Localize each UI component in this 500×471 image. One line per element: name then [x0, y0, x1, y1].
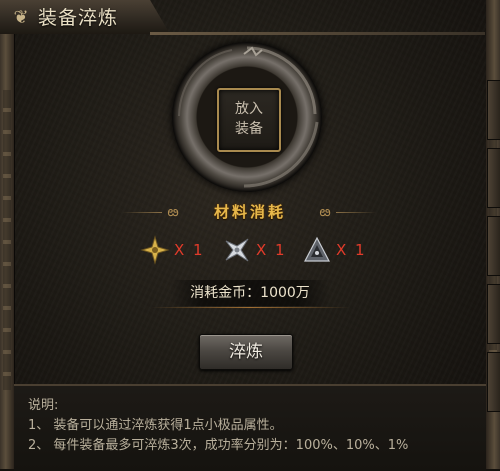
- material-item: X 1: [140, 235, 210, 265]
- gold-star-shuriken-icon[interactable]: [140, 235, 170, 265]
- window-title: 装备淬炼: [38, 7, 119, 29]
- slot-placeholder-line2: 装备: [235, 121, 263, 137]
- material-item: X 1: [302, 235, 372, 265]
- material-count: X 1: [174, 241, 205, 259]
- side-tab-2[interactable]: [487, 148, 500, 208]
- refine-button[interactable]: 淬炼: [199, 334, 293, 370]
- dark-triangle-shuriken-icon[interactable]: [302, 235, 332, 265]
- side-tab-4[interactable]: [487, 284, 500, 344]
- slot-placeholder-line1: 放入: [235, 101, 263, 117]
- material-count: X 1: [256, 241, 287, 259]
- material-item: X 1: [222, 235, 292, 265]
- materials-divider-left: [122, 212, 162, 213]
- description-line: 2、 每件装备最多可淬炼3次，成功率分别为：100%、10%、1%: [28, 438, 409, 453]
- materials-title: 材料消耗: [213, 203, 286, 221]
- scroll-ornament-right-icon: ఴ: [319, 204, 331, 220]
- material-count: X 1: [336, 241, 367, 259]
- dragon-emblem-icon: ❦: [13, 7, 29, 28]
- slot-placeholder: 放入 装备: [219, 99, 279, 139]
- description-heading: 说明:: [28, 398, 59, 413]
- equipment-slot[interactable]: 放入 装备: [217, 88, 281, 152]
- side-tab-3[interactable]: [487, 216, 500, 276]
- gold-cost-text: 消耗金币：1000万: [190, 285, 310, 301]
- gold-cost-bar: 消耗金币：1000万: [170, 280, 330, 306]
- side-tab-1[interactable]: [487, 80, 500, 140]
- scroll-ornament-left-icon: ఴ: [167, 204, 179, 220]
- side-tab-5[interactable]: [487, 352, 500, 412]
- silver-shuriken-icon[interactable]: [222, 235, 252, 265]
- description-line: 1、 装备可以通过淬炼获得1点小极品属性。: [28, 418, 283, 433]
- title-divider: [150, 32, 485, 35]
- left-frame-border: [0, 0, 15, 469]
- materials-divider-right: [336, 212, 376, 213]
- refine-button-label: 淬炼: [229, 342, 263, 362]
- title-bar: ❦ 装备淬炼: [0, 0, 170, 34]
- description-box: 说明: 1、 装备可以通过淬炼获得1点小极品属性。 2、 每件装备最多可淬炼3次…: [14, 384, 486, 471]
- gold-cost-divider: [150, 307, 350, 308]
